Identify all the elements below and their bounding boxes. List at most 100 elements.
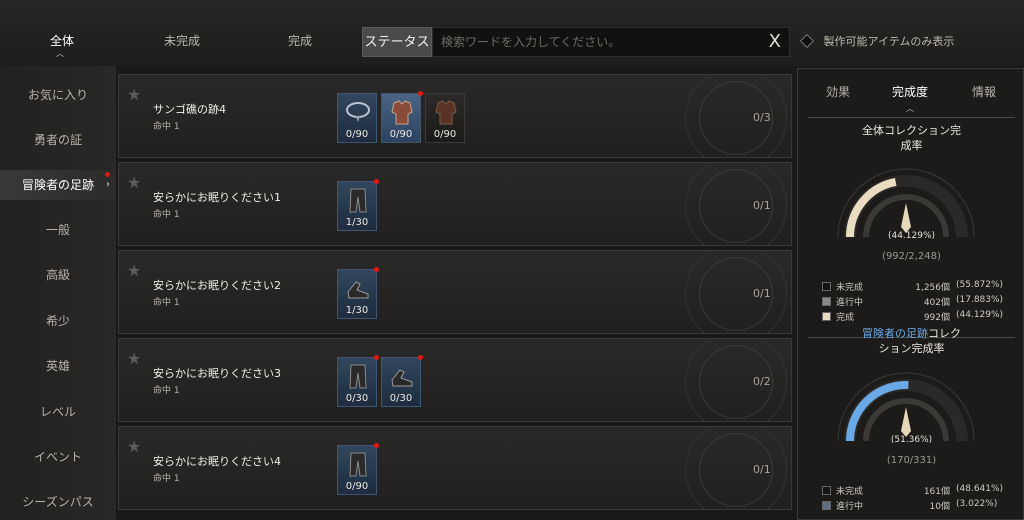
collection-title: 安らかにお眠りください3 bbox=[153, 367, 281, 380]
favorite-star-icon[interactable]: ★ bbox=[127, 349, 141, 368]
sidebar-item-adventurer-footprints[interactable]: 冒険者の足跡 › bbox=[0, 170, 116, 200]
progress-count: 0/2 bbox=[753, 375, 771, 388]
notification-dot bbox=[374, 179, 379, 184]
legend-percent: (48.641%) bbox=[956, 484, 1004, 494]
collection-title: サンゴ礁の跡4 bbox=[153, 103, 226, 116]
collection-row[interactable]: ★ サンゴ礁の跡4 命中 1 0/90 0/90 0/90 0/3 bbox=[118, 74, 792, 158]
search-placeholder: 検索ワードを入力してください。 bbox=[441, 35, 621, 49]
collection-row[interactable]: ★ 安らかにお眠りください4 命中 1 0/90 0/1 bbox=[118, 426, 792, 510]
category-sidebar: お気に入り 勇者の証 冒険者の足跡 › 一般 高級 希少 英雄 レベル イベント… bbox=[0, 66, 116, 520]
sidebar-item-event[interactable]: イベント bbox=[0, 442, 116, 472]
necklace-icon[interactable]: 0/90 bbox=[337, 93, 377, 143]
notification-dot bbox=[418, 91, 423, 96]
overall-completion-title: 全体コレクション完 成率 bbox=[818, 123, 1005, 153]
legend-swatch bbox=[822, 312, 831, 321]
armor-icon[interactable]: 0/90 bbox=[381, 91, 423, 143]
legend-incomplete: 未完成 1,256個 (55.872%) bbox=[822, 279, 1003, 293]
checkbox-diamond-icon[interactable] bbox=[799, 33, 815, 49]
category-completion-title: 冒険者の足跡コレク ション完成率 bbox=[818, 326, 1005, 356]
pants-icon[interactable]: 0/90 bbox=[337, 443, 379, 495]
collection-title: 安らかにお眠りください4 bbox=[153, 455, 281, 468]
sidebar-item-rare[interactable]: 希少 bbox=[0, 306, 116, 336]
overall-completion-gauge bbox=[837, 168, 975, 238]
collection-effect: 命中 1 bbox=[153, 474, 180, 484]
pants-icon[interactable]: 0/30 bbox=[337, 355, 379, 407]
favorite-star-icon[interactable]: ★ bbox=[127, 85, 141, 104]
collection-effect: 命中 1 bbox=[153, 386, 180, 396]
legend-percent: (3.022%) bbox=[956, 499, 998, 509]
sidebar-item-hero-proof[interactable]: 勇者の証 bbox=[0, 125, 116, 155]
category-title-line2: ション完成率 bbox=[878, 342, 945, 355]
item-quantity: 0/90 bbox=[345, 481, 369, 492]
sidebar-item-heroic[interactable]: 英雄 bbox=[0, 351, 116, 381]
legend-swatch bbox=[822, 282, 831, 291]
legend-swatch bbox=[822, 486, 831, 495]
collection-effect: 命中 1 bbox=[153, 122, 180, 132]
tab-complete[interactable]: 完成 bbox=[240, 26, 360, 60]
collection-row[interactable]: ★ 安らかにお眠りください2 命中 1 1/30 0/1 bbox=[118, 250, 792, 334]
category-completion-gauge bbox=[837, 372, 975, 442]
armor-icon[interactable]: 0/90 bbox=[425, 93, 465, 143]
legend-swatch bbox=[822, 297, 831, 306]
progress-count: 0/1 bbox=[753, 463, 771, 476]
legend-label: 未完成 bbox=[836, 283, 864, 293]
tab-all[interactable]: 全体 ︿ bbox=[2, 26, 122, 60]
overall-fraction: (992/2,248) bbox=[882, 251, 941, 262]
legend-swatch bbox=[822, 501, 831, 510]
legend-in-progress: 進行中 10個 (3.022%) bbox=[822, 498, 1002, 512]
craftable-filter-toggle[interactable]: 製作可能アイテムのみ表示 bbox=[799, 33, 955, 49]
boots-icon[interactable]: 1/30 bbox=[337, 267, 379, 319]
legend-count: 402個 bbox=[923, 298, 950, 308]
progress-count: 0/3 bbox=[753, 111, 771, 124]
item-quantity: 0/90 bbox=[433, 129, 457, 140]
collection-list: ★ サンゴ礁の跡4 命中 1 0/90 0/90 0/90 0/3 ★ 安らかに… bbox=[118, 74, 792, 520]
item-quantity: 1/30 bbox=[345, 305, 369, 316]
favorite-star-icon[interactable]: ★ bbox=[127, 437, 141, 456]
divider bbox=[808, 117, 1015, 118]
legend-in-progress: 進行中 402個 (17.883%) bbox=[822, 294, 1003, 308]
legend-count: 161個 bbox=[923, 487, 950, 497]
collection-title: 安らかにお眠りください1 bbox=[153, 191, 281, 204]
favorite-star-icon[interactable]: ★ bbox=[127, 261, 141, 280]
legend-count: 1,256個 bbox=[915, 283, 950, 293]
legend-incomplete: 未完成 161個 (48.641%) bbox=[822, 483, 1004, 497]
legend-label: 進行中 bbox=[836, 298, 864, 308]
overall-title-line1: 全体コレクション完 bbox=[862, 124, 961, 137]
item-quantity: 0/90 bbox=[345, 129, 369, 140]
sidebar-item-favorites[interactable]: お気に入り bbox=[0, 80, 116, 110]
notification-dot bbox=[418, 355, 423, 360]
overall-percent: (44.129%) bbox=[887, 231, 936, 241]
category-title-line1: 冒険者の足跡コレク bbox=[818, 326, 1005, 341]
search-input[interactable]: 検索ワードを入力してください。 X bbox=[432, 27, 790, 57]
tab-incomplete[interactable]: 未完成 bbox=[122, 26, 242, 60]
legend-count: 10個 bbox=[929, 502, 950, 512]
sidebar-item-season-pass[interactable]: シーズンパス bbox=[0, 487, 116, 517]
progress-count: 0/1 bbox=[753, 199, 771, 212]
top-bar: 全体 ︿ 未完成 完成 ステータス 検索ワードを入力してください。 X 製作可能… bbox=[0, 0, 1024, 66]
collection-row[interactable]: ★ 安らかにお眠りください1 命中 1 1/30 0/1 bbox=[118, 162, 792, 246]
favorite-star-icon[interactable]: ★ bbox=[127, 173, 141, 192]
legend-label: 完成 bbox=[836, 313, 855, 323]
tab-effects[interactable]: 効果 bbox=[826, 83, 850, 100]
clear-search-button[interactable]: X bbox=[769, 28, 781, 56]
boots-icon[interactable]: 0/30 bbox=[381, 355, 423, 407]
item-quantity: 0/90 bbox=[389, 129, 413, 140]
tab-completion[interactable]: 完成度 bbox=[892, 83, 928, 100]
collection-row[interactable]: ★ 安らかにお眠りください3 命中 1 0/30 0/30 0/2 bbox=[118, 338, 792, 422]
gauge-needle-icon bbox=[901, 407, 911, 437]
item-quantity: 1/30 bbox=[345, 217, 369, 228]
completion-panel: 効果 完成度 情報 ︿ 全体コレクション完 成率 (44.129%) (992/… bbox=[797, 68, 1024, 520]
pants-icon[interactable]: 1/30 bbox=[337, 179, 379, 231]
category-name: 冒険者の足跡 bbox=[862, 327, 928, 340]
status-button[interactable]: ステータス bbox=[362, 27, 432, 57]
sidebar-item-general[interactable]: 一般 bbox=[0, 215, 116, 245]
sidebar-item-advanced[interactable]: 高級 bbox=[0, 260, 116, 290]
gauge-needle-icon bbox=[901, 203, 911, 233]
sidebar-item-level[interactable]: レベル bbox=[0, 397, 116, 427]
tab-all-label: 全体 bbox=[49, 34, 74, 48]
tab-info[interactable]: 情報 bbox=[972, 83, 996, 100]
notification-dot bbox=[374, 355, 379, 360]
legend-label: 未完成 bbox=[836, 487, 864, 497]
category-percent: (51.36%) bbox=[890, 435, 933, 445]
filter-label: 製作可能アイテムのみ表示 bbox=[823, 35, 955, 48]
